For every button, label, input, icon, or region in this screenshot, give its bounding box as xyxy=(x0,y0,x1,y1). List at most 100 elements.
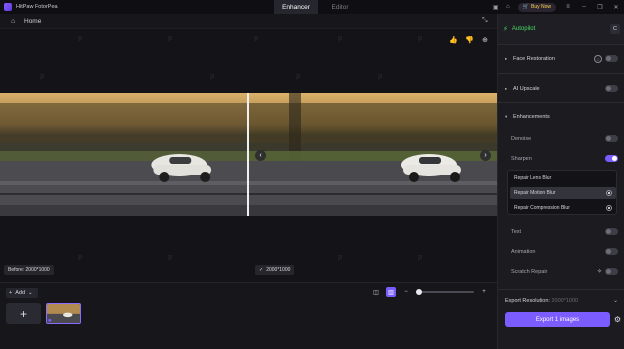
divider xyxy=(498,73,624,74)
sharpen-label: Sharpen xyxy=(511,156,532,162)
export-area: Export Resolution: 2000*1000 ⌄ Export 1 … xyxy=(498,289,624,349)
before-size-label: Before: 2000*1000 xyxy=(8,267,50,273)
home-link[interactable]: Home xyxy=(24,18,41,25)
option-repair-compression-blur[interactable]: Repair Compression Blur xyxy=(510,202,616,214)
feedback-icon[interactable]: ▣ xyxy=(490,1,502,13)
minimize-icon[interactable]: – xyxy=(576,0,592,14)
sharpen-options: Repair Lens Blur Repair Motion Blur Repa… xyxy=(507,170,617,215)
c-button[interactable]: C xyxy=(610,24,620,34)
tab-enhancer[interactable]: Enhancer xyxy=(274,0,318,14)
radio-selected-icon[interactable] xyxy=(606,190,612,196)
scratch-repair-label: Scratch Repair xyxy=(511,269,548,275)
watermark-icon: p xyxy=(78,254,83,261)
before-image xyxy=(0,93,247,216)
caret-right-icon: ▸ xyxy=(505,86,508,91)
watermark-icon: p xyxy=(378,73,383,80)
chevron-down-icon[interactable]: ⌄ xyxy=(613,297,618,304)
watermark-icon: p xyxy=(168,254,173,261)
app-title: HitPaw FotorPea xyxy=(16,4,58,10)
text-toggle[interactable] xyxy=(605,228,618,235)
scratch-repair-row[interactable]: Scratch Repair ✧ xyxy=(498,265,624,279)
lightning-icon: ⚡ xyxy=(503,26,508,33)
tab-editor[interactable]: Editor xyxy=(318,0,362,14)
compare-toggle-icon[interactable]: ⤡ xyxy=(482,17,490,25)
watermark-icon: p xyxy=(210,73,215,80)
thumbs-up-icon[interactable]: 👍 xyxy=(449,37,458,45)
prev-arrow-icon[interactable]: ‹ xyxy=(255,150,266,161)
file-strip: + Add ⌄ ◫ ▥ − + + xyxy=(0,282,497,349)
face-restoration-row[interactable]: ▸ Face Restoration ☺ xyxy=(498,52,624,66)
watermark-icon: p xyxy=(78,35,83,42)
sharpen-toggle[interactable] xyxy=(605,155,618,162)
split-view-icon[interactable]: ▥ xyxy=(386,287,396,297)
watermark-icon: p xyxy=(40,73,45,80)
enhancements-header[interactable]: ▾ Enhancements xyxy=(498,110,624,124)
watermark-icon: p xyxy=(418,254,423,261)
denoise-row[interactable]: Denoise xyxy=(498,132,624,146)
menu-icon[interactable]: ≡ xyxy=(560,0,576,14)
gear-icon[interactable]: ⚙ xyxy=(614,315,621,324)
maximize-icon[interactable]: ❐ xyxy=(592,0,608,14)
add-label: Add xyxy=(15,290,26,296)
export-resolution-label: Export Resolution: xyxy=(505,298,550,304)
watermark-icon: p xyxy=(418,35,423,42)
check-icon: ✓ xyxy=(259,267,264,273)
add-image-tile[interactable]: + xyxy=(6,303,41,324)
ai-upscale-toggle[interactable] xyxy=(605,85,618,92)
export-button[interactable]: Export 1 images xyxy=(505,312,610,327)
close-icon[interactable]: ✕ xyxy=(608,0,624,14)
caret-down-icon: ▾ xyxy=(505,114,508,119)
home-icon[interactable]: ⌂ xyxy=(11,18,18,25)
denoise-toggle[interactable] xyxy=(605,135,618,142)
sharpen-row[interactable]: Sharpen xyxy=(498,152,624,166)
zoom-slider-handle[interactable] xyxy=(416,289,422,295)
autopilot-label: Autopilot xyxy=(511,26,536,32)
zoom-in-icon[interactable]: + xyxy=(479,287,489,297)
buy-now-button[interactable]: 🛒 Buy Now xyxy=(517,2,556,12)
face-info-icon[interactable]: ☺ xyxy=(594,55,602,63)
chevron-down-icon: ⌄ xyxy=(28,290,33,296)
image-thumbnail[interactable] xyxy=(46,303,81,324)
scratch-repair-toggle[interactable] xyxy=(605,268,618,275)
zoom-slider[interactable] xyxy=(416,289,474,295)
watermark-icon: p xyxy=(296,73,301,80)
preview-canvas: p p p p p p p p p p p p p 👍 👎 ⊕ ‹ › Befo… xyxy=(0,29,497,282)
caret-right-icon: ▸ xyxy=(505,56,508,61)
animation-label: Animation xyxy=(511,249,536,255)
face-restoration-toggle[interactable] xyxy=(605,55,618,62)
text-row[interactable]: Text xyxy=(498,225,624,239)
ai-upscale-row[interactable]: ▸ AI Upscale xyxy=(498,82,624,96)
zoom-out-icon[interactable]: − xyxy=(401,287,411,297)
before-size-badge: Before: 2000*1000 xyxy=(4,265,54,275)
buy-now-label: Buy Now xyxy=(530,4,551,10)
radio-icon[interactable] xyxy=(606,205,612,211)
magic-wand-icon[interactable]: ✧ xyxy=(597,268,602,275)
plus-icon: + xyxy=(9,290,13,296)
watermark-icon: p xyxy=(254,35,259,42)
after-size-badge: ✓ 2000*1000 xyxy=(255,265,295,275)
option-label: Repair Motion Blur xyxy=(514,190,556,196)
option-repair-lens-blur[interactable]: Repair Lens Blur xyxy=(510,172,616,184)
denoise-label: Denoise xyxy=(511,136,532,142)
cart-icon: 🛒 xyxy=(522,4,529,10)
autopilot-row[interactable]: ⚡ Autopilot C xyxy=(498,14,624,44)
divider xyxy=(498,102,624,103)
option-repair-motion-blur[interactable]: Repair Motion Blur xyxy=(510,187,616,199)
export-resolution-value: 2000*1000 xyxy=(551,298,579,304)
add-button[interactable]: + Add ⌄ xyxy=(6,288,38,298)
titlebar-controls: ▣ ⌂ 🛒 Buy Now ≡ – ❐ ✕ xyxy=(490,0,624,14)
thumbs-down-icon[interactable]: 👎 xyxy=(465,37,474,45)
option-label: Repair Compression Blur xyxy=(514,205,570,211)
export-resolution[interactable]: Export Resolution: 2000*1000 xyxy=(505,298,578,304)
animation-row[interactable]: Animation xyxy=(498,245,624,259)
watermark-icon: p xyxy=(338,254,343,261)
title-bar: HitPaw FotorPea Enhancer Editor ▣ ⌂ 🛒 Bu… xyxy=(0,0,624,14)
zoom-in-icon[interactable]: ⊕ xyxy=(481,37,489,45)
next-arrow-icon[interactable]: › xyxy=(480,150,491,161)
gift-icon[interactable]: ⌂ xyxy=(502,1,514,13)
watermark-icon: p xyxy=(338,35,343,42)
view-controls: ◫ ▥ − + xyxy=(371,287,489,297)
canvas-tools: 👍 👎 ⊕ xyxy=(449,37,489,45)
animation-toggle[interactable] xyxy=(605,248,618,255)
single-view-icon[interactable]: ◫ xyxy=(371,287,381,297)
